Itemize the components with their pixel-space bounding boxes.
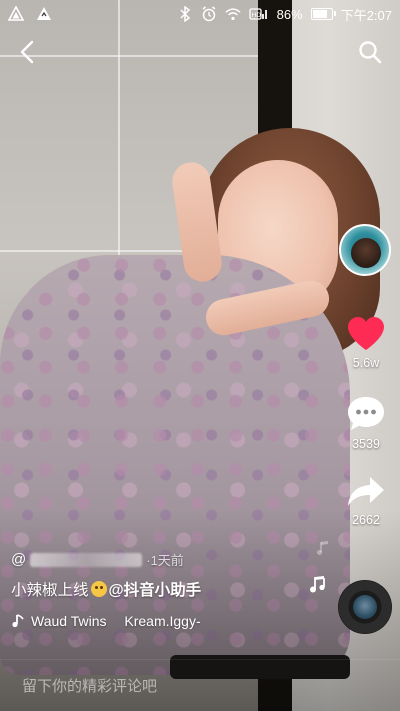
comment-placeholder: 留下你的精彩评论吧 bbox=[22, 678, 158, 695]
music-info[interactable]: Waud Twins Kream.Iggy- bbox=[11, 613, 231, 629]
music-artist: Waud Twins bbox=[31, 613, 107, 629]
chevron-left-icon bbox=[20, 40, 34, 64]
share-count: 2662 bbox=[352, 513, 380, 527]
music-note-icon bbox=[310, 576, 325, 593]
app-icon-1 bbox=[8, 6, 24, 22]
status-bar: HD 86% 下午2:07 bbox=[0, 0, 400, 28]
bluetooth-icon bbox=[177, 6, 193, 22]
music-track: Kream.Iggy- bbox=[124, 613, 201, 629]
music-disc[interactable] bbox=[338, 580, 392, 634]
like-button[interactable]: 5.6w bbox=[340, 316, 392, 370]
back-button[interactable] bbox=[14, 38, 40, 66]
volte-icon: HD bbox=[249, 6, 269, 22]
post-time: ·1天前 bbox=[146, 553, 184, 568]
search-icon bbox=[359, 41, 382, 64]
comment-count: 3539 bbox=[352, 437, 380, 451]
search-button[interactable] bbox=[356, 38, 384, 66]
music-note-icon bbox=[12, 614, 24, 628]
caption-text: 小辣椒上线 bbox=[11, 582, 89, 599]
battery-percent: 86% bbox=[276, 6, 303, 22]
wifi-icon bbox=[225, 6, 241, 22]
music-note-icon bbox=[317, 541, 328, 555]
svg-text:HD: HD bbox=[251, 12, 261, 19]
alarm-icon bbox=[201, 6, 217, 22]
status-time: 下午2:07 bbox=[340, 7, 392, 23]
author-line: @ ·1天前 bbox=[11, 550, 184, 569]
music-cover-image bbox=[353, 595, 377, 619]
grimace-emoji-icon bbox=[90, 581, 107, 597]
avatar-image bbox=[351, 238, 381, 268]
wall-tile-line bbox=[118, 0, 120, 260]
share-arrow-icon bbox=[348, 477, 384, 506]
comment-bubble-icon bbox=[348, 397, 384, 430]
battery-icon bbox=[310, 8, 336, 20]
app-icon-2 bbox=[36, 6, 52, 22]
heart-icon bbox=[348, 317, 384, 350]
comment-input[interactable]: 留下你的精彩评论吧 bbox=[0, 659, 400, 711]
caption-mention-link[interactable]: @抖音小助手 bbox=[109, 578, 202, 600]
like-count: 5.6w bbox=[352, 356, 380, 370]
author-avatar[interactable] bbox=[339, 224, 391, 276]
share-button[interactable]: 2662 bbox=[340, 475, 392, 527]
author-name-blurred[interactable] bbox=[30, 552, 143, 567]
author-at-sign: @ bbox=[11, 551, 27, 568]
video-caption: 小辣椒上线 @抖音小助手 bbox=[11, 578, 201, 600]
comment-button[interactable]: 3539 bbox=[340, 395, 392, 451]
